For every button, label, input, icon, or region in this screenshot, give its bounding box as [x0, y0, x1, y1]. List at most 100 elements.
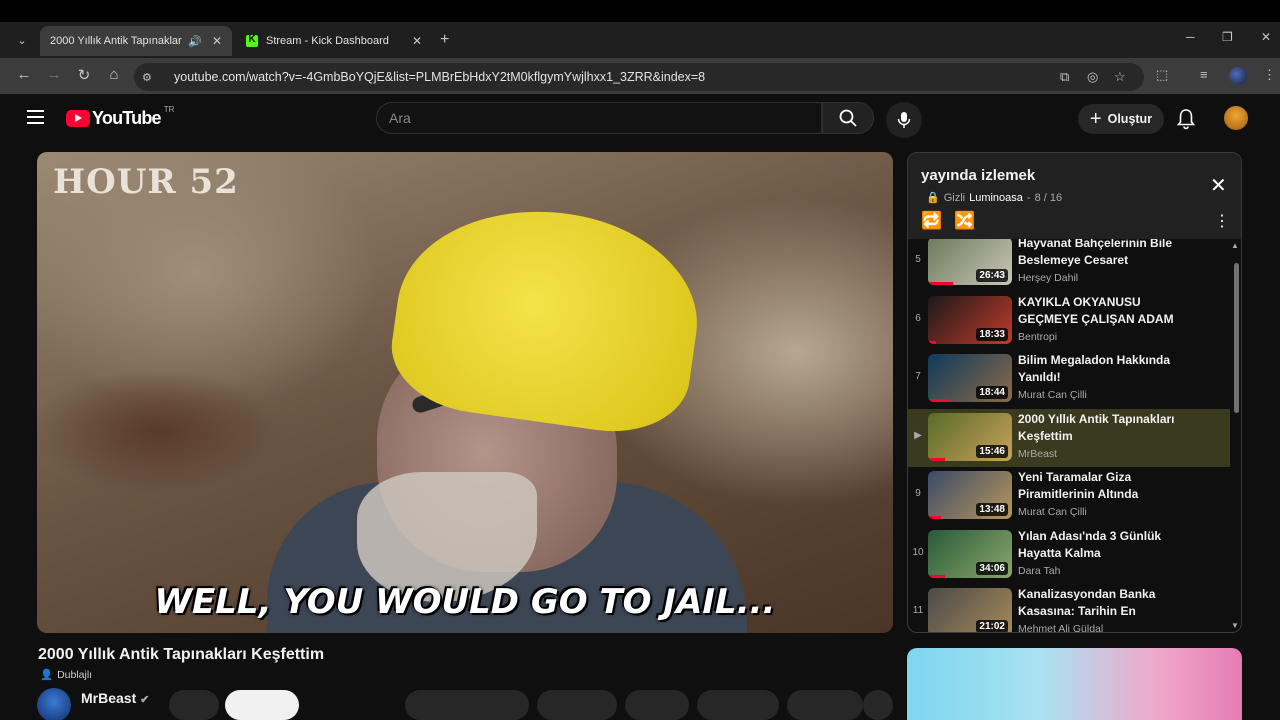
shuffle-icon[interactable]: 🔀	[954, 211, 975, 231]
playlist-more-icon[interactable]: ⋮	[1214, 211, 1230, 231]
playlist-item-thumbnail[interactable]: 15:46	[928, 412, 1012, 461]
playlist-item[interactable]: 9 13:48 Yeni Taramalar Giza Piramitlerinin…	[908, 467, 1230, 525]
playlist-title[interactable]: yayında izlemek	[921, 167, 1035, 184]
like-dislike-button[interactable]	[405, 690, 529, 720]
watch-progress-bar	[928, 574, 945, 578]
menu-icon[interactable]	[27, 110, 44, 124]
cast-icon[interactable]: ⧉	[1060, 69, 1069, 85]
playlist-position: 8 / 16	[1034, 191, 1063, 204]
duration-badge: 18:33	[976, 327, 1008, 341]
country-code: TR	[163, 105, 175, 114]
media-controls-icon[interactable]: ≡	[1200, 67, 1208, 82]
meta-separator: -	[1026, 191, 1031, 204]
save-button[interactable]	[697, 690, 779, 720]
browser-tab-youtube[interactable]: 2000 Yıllık Antik Tapınakları 🔊 ✕	[40, 26, 232, 130]
new-tab-icon[interactable]: +	[440, 31, 449, 49]
share-button[interactable]	[537, 690, 617, 720]
watch-progress-bar	[928, 457, 945, 461]
playlist-item[interactable]: 10 34:06 Yılan Adası'nda 3 Günlük Hayatta …	[908, 526, 1230, 584]
duration-badge: 34:06	[976, 561, 1008, 575]
window-close-icon[interactable]: ✕	[1261, 30, 1271, 44]
playlist-item[interactable]: ▶ 15:46 2000 Yıllık Antik Tapınakları Keşf…	[908, 408, 1230, 467]
browser-profile-avatar[interactable]	[1229, 67, 1247, 85]
search-button[interactable]	[822, 102, 874, 134]
playlist-item-thumbnail[interactable]: 34:06	[928, 529, 1012, 578]
dubbed-badge: 👤 Dublajlı	[40, 668, 93, 682]
clip-button[interactable]	[625, 690, 689, 720]
voice-search-button[interactable]	[886, 102, 922, 138]
playlist-item-index: 9	[915, 488, 921, 499]
browser-tab-kick[interactable]: K Stream - Kick Dashboard ✕	[236, 26, 432, 56]
dub-label: Dublajlı	[57, 668, 93, 681]
tab-search-chevron-icon[interactable]: ⌄	[10, 29, 34, 51]
playlist-item-title: Bilim Megaladon Hakkında Yanıldı!	[1018, 353, 1171, 384]
playlist-item-thumbnail[interactable]: 18:33	[928, 295, 1012, 344]
playlist-item[interactable]: 6 18:33 KAYIKLA OKYANUSU GEÇMEYE ÇALIŞAN A…	[908, 292, 1230, 350]
tab-close-icon[interactable]: ✕	[212, 34, 222, 48]
search-placeholder: Ara	[389, 110, 411, 126]
playlist-item-title: Hayvanat Bahçelerinin Bile Beslemeye Ces…	[1018, 239, 1173, 267]
playlist-item-title: 2000 Yıllık Antik Tapınakları Keşfettim	[1018, 411, 1175, 443]
playlist-item-thumbnail[interactable]: 26:43	[928, 239, 1012, 285]
youtube-play-icon	[66, 110, 90, 127]
site-info-icon[interactable]: ⚙	[142, 71, 160, 84]
download-button[interactable]	[787, 690, 863, 720]
playlist-item-title: KAYIKLA OKYANUSU GEÇMEYE ÇALIŞAN ADAM	[1018, 294, 1174, 326]
playlist-item-channel: Murat Can Çilli	[1018, 506, 1087, 518]
logo-text: YouTube	[92, 108, 162, 128]
playlist-item-title: Kanalizasyondan Banka Kasasına: Tarihin …	[1018, 587, 1156, 618]
eye-off-icon[interactable]: ◎	[1087, 69, 1098, 85]
playlist-item-thumbnail[interactable]: 21:02	[928, 588, 1012, 632]
home-icon[interactable]: ⌂	[103, 66, 125, 83]
playlist-owner[interactable]: Luminoasa	[969, 192, 1023, 204]
duration-badge: 15:46	[976, 444, 1008, 458]
playlist-item[interactable]: 11 21:02 Kanalizasyondan Banka Kasasına: T…	[908, 584, 1230, 633]
loop-icon[interactable]: 🔁	[921, 211, 942, 231]
ad-banner[interactable]	[907, 648, 1242, 720]
playlist-item-channel: Mehmet Ali Güldal	[1018, 623, 1104, 633]
playlist-item-title: Yılan Adası'nda 3 Günlük Hayatta Kalma	[1018, 528, 1162, 560]
forward-icon[interactable]: →	[43, 66, 65, 83]
address-bar[interactable]: ⚙ youtube.com/watch?v=-4GmbBoYQjE&list=P…	[134, 63, 1144, 91]
playlist-item-channel: Herşey Dahil	[1018, 272, 1079, 284]
channel-avatar[interactable]	[37, 688, 71, 720]
playlist-item[interactable]: 7 18:44 Bilim Megaladon Hakkında Yanıldı! M…	[908, 350, 1230, 408]
speaker-icon[interactable]: 🔊	[188, 35, 202, 48]
search-input[interactable]: Ara	[376, 102, 822, 134]
playlist-scrollbar[interactable]	[1234, 263, 1239, 413]
verified-icon: ✔	[140, 694, 150, 706]
account-avatar[interactable]	[1224, 106, 1248, 130]
tab-title: 2000 Yıllık Antik Tapınakları	[50, 35, 183, 47]
reload-icon[interactable]: ↻	[73, 66, 95, 84]
watch-progress-bar	[928, 399, 949, 402]
playlist-item-title: Yeni Taramalar Giza Piramitlerinin Altın…	[1018, 470, 1139, 501]
join-button[interactable]	[169, 690, 219, 720]
playlist-item-thumbnail[interactable]: 13:48	[928, 471, 1012, 519]
playlist-item-thumbnail[interactable]: 18:44	[928, 354, 1012, 402]
browser-menu-icon[interactable]: ⋮	[1263, 67, 1276, 83]
playlist-meta: 🔒 Gizli Luminoasa - 8 / 16	[926, 191, 1063, 205]
scroll-down-icon[interactable]: ▼	[1231, 621, 1239, 630]
subscribe-button[interactable]	[225, 690, 299, 720]
tab-close-icon[interactable]: ✕	[412, 34, 422, 48]
browser-toolbar: ← → ↻ ⌂ ⚙ youtube.com/watch?v=-4GmbBoYQj…	[0, 58, 1280, 94]
bookmark-star-icon[interactable]: ☆	[1114, 69, 1126, 85]
channel-row: MrBeast ✔	[37, 688, 897, 720]
channel-name[interactable]: MrBeast ✔	[81, 690, 149, 706]
maximize-icon[interactable]: ❐	[1222, 30, 1233, 44]
watch-progress-bar	[928, 516, 941, 519]
playlist-item[interactable]: 5 26:43 Hayvanat Bahçelerinin Bile Besleme…	[908, 239, 1230, 291]
playlist-visibility: Gizli	[943, 191, 966, 204]
video-player[interactable]: HOUR 52 WELL, YOU WOULD GO TO JAIL...	[37, 152, 893, 633]
extensions-icon[interactable]: ⬚	[1156, 67, 1168, 83]
create-button[interactable]: + Oluştur	[1078, 104, 1164, 134]
notifications-bell-icon[interactable]	[1176, 108, 1196, 130]
minimize-icon[interactable]: ─	[1186, 30, 1195, 44]
scroll-up-icon[interactable]: ▲	[1231, 241, 1239, 250]
back-icon[interactable]: ←	[13, 66, 35, 83]
more-actions-button[interactable]	[863, 690, 893, 720]
youtube-logo[interactable]: YouTube TR	[66, 105, 175, 129]
watch-progress-bar	[928, 282, 954, 285]
playlist-item-index: 7	[915, 371, 921, 382]
playlist-close-icon[interactable]: ✕	[1210, 173, 1227, 198]
